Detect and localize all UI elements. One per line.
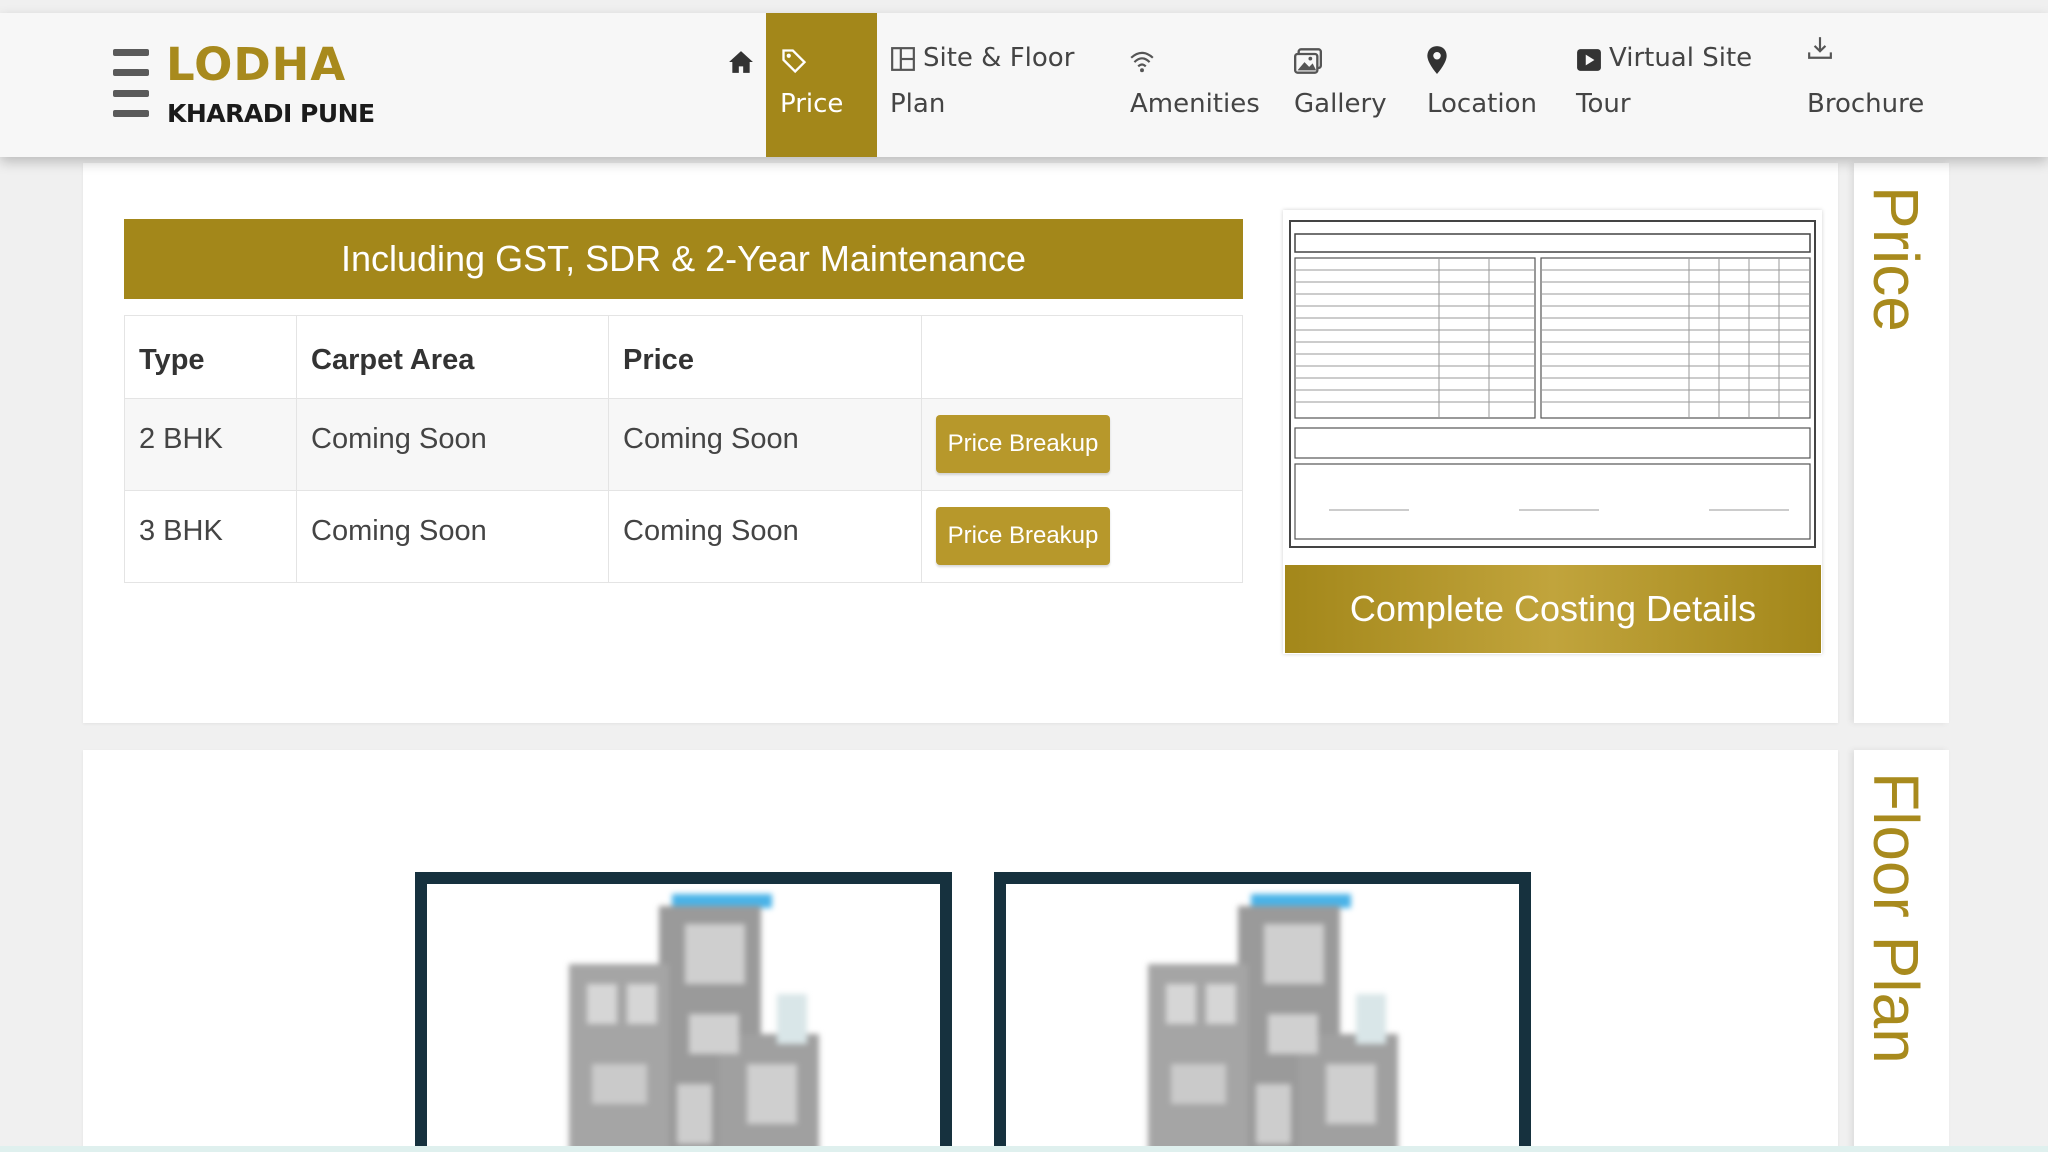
- costing-sheet-thumbnail: [1289, 220, 1816, 548]
- logo-brand[interactable]: LODHA: [166, 42, 346, 87]
- hamburger-menu-icon[interactable]: [113, 49, 149, 117]
- nav-home[interactable]: [718, 13, 766, 157]
- table-header-action: [921, 315, 1243, 399]
- nav-price-label: Price: [780, 89, 844, 119]
- nav-amenities[interactable]: Amenities: [1129, 13, 1260, 157]
- map-pin-icon: [1427, 46, 1447, 74]
- price-tag-icon: [782, 49, 807, 74]
- floor-plan-panel: [83, 750, 1838, 1152]
- logo-location[interactable]: KHARADI PUNE: [167, 101, 375, 126]
- cell-carpet-area: Coming Soon: [296, 398, 609, 491]
- nav-amenities-label: Amenities: [1130, 89, 1260, 119]
- home-icon: [729, 51, 753, 73]
- floor-plan-image-2bhk[interactable]: [415, 872, 952, 1152]
- nav-virtual-tour-label-2: Tour: [1576, 89, 1631, 119]
- cell-action: Price Breakup: [921, 490, 1243, 583]
- table-row: 2 BHK Coming Soon Coming Soon Price Brea…: [124, 398, 1243, 491]
- floor-plan-image-3bhk[interactable]: [994, 872, 1531, 1152]
- price-breakup-button[interactable]: Price Breakup: [936, 415, 1110, 473]
- cell-type: 3 BHK: [124, 490, 297, 583]
- cell-price: Coming Soon: [608, 398, 922, 491]
- nav-virtual-tour-label-1: Virtual Site: [1609, 43, 1753, 73]
- complete-costing-details-button[interactable]: Complete Costing Details: [1285, 565, 1821, 653]
- nav-site-floor-label-2: Plan: [890, 89, 946, 119]
- price-breakup-button[interactable]: Price Breakup: [936, 507, 1110, 565]
- gallery-icon: [1294, 48, 1322, 74]
- wifi-icon: [1130, 51, 1154, 73]
- nav-location-label: Location: [1427, 89, 1537, 119]
- bottom-strip: [0, 1146, 2048, 1152]
- nav-site-floor-plan[interactable]: Site & Floor Plan: [890, 13, 1074, 157]
- nav-price[interactable]: Price: [766, 13, 877, 157]
- nav-brochure-label: Brochure: [1807, 89, 1925, 119]
- table-header-type: Type: [124, 315, 297, 399]
- nav-location[interactable]: Location: [1426, 13, 1546, 157]
- cell-carpet-area: Coming Soon: [296, 490, 609, 583]
- price-side-title: Price: [1860, 186, 1932, 332]
- cell-action: Price Breakup: [921, 398, 1243, 491]
- nav-virtual-tour[interactable]: Virtual Site Tour: [1576, 13, 1752, 157]
- top-navbar: LODHA KHARADI PUNE Price Site & Floor Pl…: [0, 13, 2048, 157]
- floor-plan-drawing: [1148, 894, 1398, 1152]
- floor-plan-icon: [891, 47, 915, 71]
- price-table: Type Carpet Area Price 2 BHK Coming Soon…: [124, 315, 1243, 583]
- table-row: 3 BHK Coming Soon Coming Soon Price Brea…: [124, 490, 1243, 583]
- floor-plan-drawing: [569, 894, 819, 1152]
- table-header-row: Type Carpet Area Price: [124, 315, 1243, 399]
- nav-gallery[interactable]: Gallery: [1294, 13, 1387, 157]
- cell-type: 2 BHK: [124, 398, 297, 491]
- nav-gallery-label: Gallery: [1294, 89, 1387, 119]
- cell-price: Coming Soon: [608, 490, 922, 583]
- nav-brochure[interactable]: Brochure: [1807, 13, 1927, 157]
- nav-site-floor-label-1: Site & Floor: [923, 43, 1075, 73]
- table-header-price: Price: [608, 315, 922, 399]
- floor-plan-side-title: Floor Plan: [1860, 772, 1932, 1064]
- price-banner: Including GST, SDR & 2-Year Maintenance: [124, 219, 1243, 299]
- download-icon: [1808, 37, 1832, 59]
- table-header-carpet-area: Carpet Area: [296, 315, 609, 399]
- video-play-icon: [1577, 49, 1601, 71]
